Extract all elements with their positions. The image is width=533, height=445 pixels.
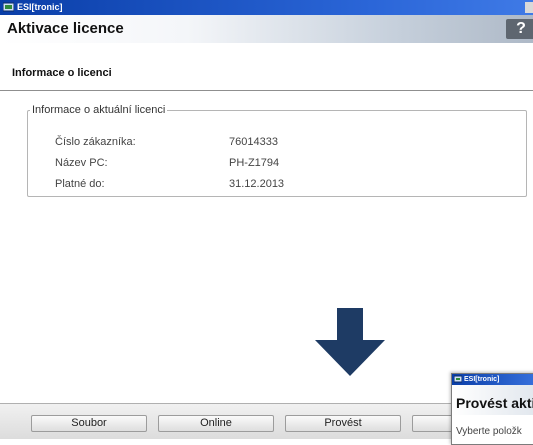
popup-titlebar: ESI[tronic]: [452, 374, 533, 385]
section-header: Informace o licenci: [0, 43, 533, 91]
popup-window[interactable]: ESI[tronic] Provést aktiv Vyberte položk: [451, 373, 533, 445]
license-row-customer: Číslo zákazníka: 76014333: [27, 136, 507, 150]
provest-button[interactable]: Provést: [285, 415, 401, 432]
valid-until-label: Platné do:: [55, 178, 105, 190]
help-button[interactable]: ?: [506, 19, 533, 39]
section-title: Informace o licenci: [12, 67, 112, 79]
soubor-button[interactable]: Soubor: [31, 415, 147, 432]
pc-name-value: PH-Z1794: [229, 157, 280, 169]
popup-body-text: Vyberte položk: [456, 426, 522, 437]
customer-number-value: 76014333: [229, 136, 278, 148]
valid-until-value: 31.12.2013: [229, 178, 285, 190]
window-title: ESI[tronic]: [17, 2, 63, 12]
online-button[interactable]: Online: [158, 415, 274, 432]
down-arrow-icon: [315, 308, 385, 376]
popup-window-title: ESI[tronic]: [464, 376, 500, 383]
page-title: Aktivace licence: [7, 20, 124, 37]
app-icon: [3, 2, 14, 12]
pc-name-label: Název PC:: [55, 157, 108, 169]
customer-number-label: Číslo zákazníka:: [55, 136, 136, 148]
content-panel: Informace o aktuální licenci Číslo zákaz…: [0, 91, 533, 403]
window-control-button[interactable]: [525, 2, 533, 13]
license-row-valid-until: Platné do: 31.12.2013: [27, 178, 507, 192]
popup-title: Provést aktiv: [456, 395, 533, 411]
window-titlebar: ESI[tronic]: [0, 0, 533, 15]
popup-header: Provést aktiv: [452, 385, 533, 415]
license-row-pc-name: Název PC: PH-Z1794: [27, 157, 507, 171]
app-icon: [454, 375, 462, 383]
page-header: Aktivace licence ?: [0, 15, 533, 43]
license-info-legend: Informace o aktuální licenci: [32, 104, 166, 116]
